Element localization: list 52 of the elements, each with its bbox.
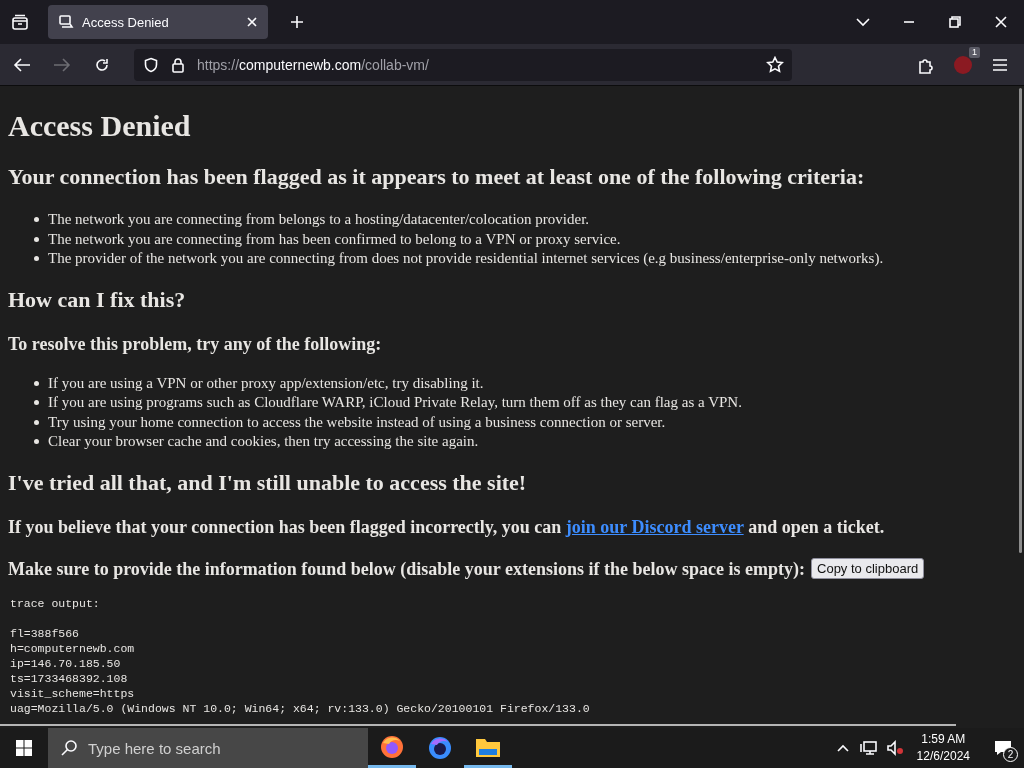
- section-heading: Your connection has been flagged as it appears to meet at least one of the following criteria:: [8, 164, 866, 190]
- trace-line: ip=146.70.185.50: [10, 655, 122, 671]
- list-item-text: The network you are connecting from belongs to a hosting/datacenter/colocation provider.: [48, 210, 590, 229]
- bullet-icon: [34, 400, 39, 406]
- trace-line: h=computernewb.com: [10, 640, 136, 656]
- trace-line: visit_scheme=https: [10, 685, 136, 701]
- trace-line: ts=1733468392.108: [10, 670, 129, 686]
- section-heading: How can I fix this?: [8, 286, 187, 313]
- date-text: 12/6/2024: [916, 748, 970, 765]
- close-icon[interactable]: [246, 16, 258, 28]
- trace-line: fl=388f566: [10, 625, 80, 641]
- clock[interactable]: 1:59 AM 12/6/2024: [916, 731, 970, 765]
- bullet-icon: [34, 236, 39, 242]
- paragraph: If you believe that your connection has been flagged incorrectly, you can join our Discord server and open a ticket.: [8, 515, 886, 538]
- url-text[interactable]: https://computernewb.com/collab-vm/: [197, 56, 429, 73]
- browser-tab[interactable]: Access Denied: [48, 5, 268, 39]
- trace-heading: trace output:: [10, 595, 101, 611]
- trace-line: uag=Mozilla/5.0 (Windows NT 10.0; Win64; x64; rv:133.0) Gecko/20100101 Firefox/133.0: [10, 700, 591, 716]
- address-bar[interactable]: https://computernewb.com/collab-vm/: [134, 48, 792, 81]
- taskbar-search-field[interactable]: Type here to search: [48, 728, 368, 768]
- globe-icon[interactable]: [427, 735, 453, 761]
- bullet-icon: [34, 256, 39, 262]
- extension-badge: 1: [969, 46, 980, 58]
- list-item-text: If you are using programs such as Cloudflare WARP, iCloud Private Relay, turn them off as they can flag as a VPN.: [48, 393, 742, 412]
- bullet-icon: [34, 419, 39, 425]
- lock-icon[interactable]: [171, 56, 185, 73]
- search-icon: [60, 739, 78, 757]
- new-tab-icon[interactable]: [290, 15, 304, 29]
- star-icon[interactable]: [766, 55, 784, 74]
- notification-count: 2: [1003, 747, 1018, 762]
- list-item-text: The provider of the network you are connecting from does not provide residential internet services (e.g business/enterprise-only networks).: [48, 249, 884, 268]
- menu-icon[interactable]: [992, 57, 1008, 72]
- bullet-icon: [34, 217, 39, 223]
- shield-icon[interactable]: [143, 56, 159, 73]
- vertical-scrollbar[interactable]: [1019, 88, 1022, 553]
- horizontal-scrollbar[interactable]: [0, 724, 956, 726]
- page-heading: Access Denied: [8, 108, 192, 144]
- section-heading: I've tried all that, and I'm still unable to access the site!: [8, 469, 528, 496]
- bullet-icon: [34, 380, 39, 386]
- tab-list-icon[interactable]: [11, 14, 29, 30]
- paragraph: Make sure to provide the information found below (disable your extensions if the below space is empty):: [8, 557, 805, 580]
- subheading: To resolve this problem, try any of the following:: [8, 332, 383, 355]
- list-item-text: Try using your home connection to access the website instead of using a business connection or server.: [48, 412, 666, 432]
- list-item-text: Clear your browser cache and cookies, then try accessing the site again.: [48, 432, 479, 451]
- fox-globe-icon[interactable]: [379, 733, 405, 760]
- discord-link[interactable]: join our Discord server: [565, 516, 744, 537]
- list-item-text: The network you are connecting from has been confirmed to belong to a VPN or proxy service.: [48, 229, 621, 249]
- copy-button[interactable]: Copy to clipboard: [811, 558, 925, 579]
- list-item-text: If you are using a VPN or other proxy app/extension/etc, try disabling it.: [48, 373, 484, 393]
- bullet-icon: [34, 439, 39, 445]
- time-text: 1:59 AM: [921, 731, 966, 748]
- computer-icon: [58, 14, 74, 30]
